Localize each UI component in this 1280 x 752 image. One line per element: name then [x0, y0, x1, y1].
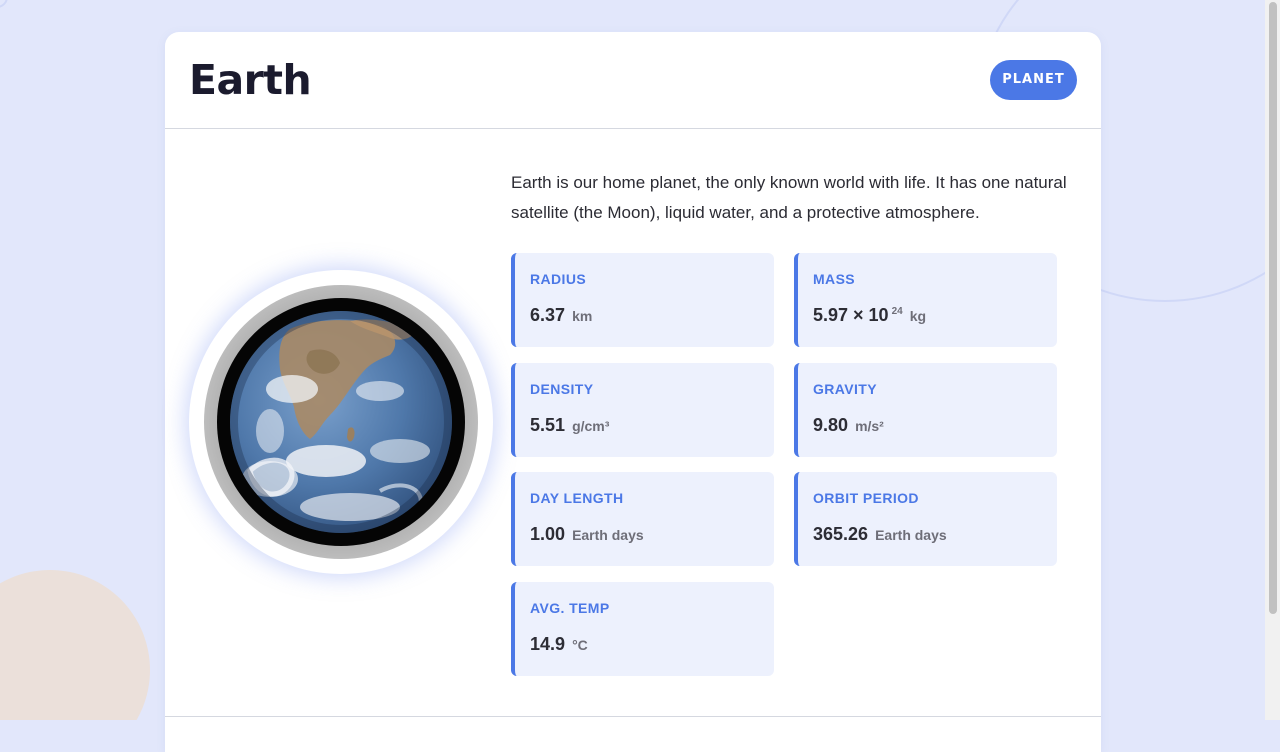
stat-label: RADIUS [530, 271, 587, 287]
stat-unit: m/s² [855, 418, 884, 434]
stat-number: 1.00 [530, 524, 566, 544]
stat-unit: km [572, 308, 593, 324]
stat-card-density: DENSITY 5.51 g/cm³ [511, 363, 774, 457]
stat-value: 1.00 Earth days [530, 524, 644, 545]
decorative-circle [0, 0, 8, 8]
stat-value: 14.9 °C [530, 634, 588, 655]
stat-label: MASS [813, 271, 856, 287]
stat-label: GRAVITY [813, 381, 877, 397]
planet-card: Earth PLANET Earth is our home planet, t… [165, 32, 1101, 752]
card-divider [165, 716, 1101, 717]
planet-image-frame [189, 270, 493, 574]
decorative-blob [0, 570, 150, 720]
stat-label: DAY LENGTH [530, 490, 624, 506]
stat-unit: kg [909, 308, 927, 324]
stat-label: ORBIT PERIOD [813, 490, 919, 506]
stat-unit: g/cm³ [572, 418, 610, 434]
stat-number: 9.80 [813, 415, 849, 435]
earth-globe-image [230, 311, 452, 533]
stat-card-avg-temp: AVG. TEMP 14.9 °C [511, 582, 774, 676]
planet-type-badge[interactable]: PLANET [990, 60, 1077, 100]
stat-unit: Earth days [875, 527, 947, 543]
stat-card-radius: RADIUS 6.37 km [511, 253, 774, 347]
vertical-scrollbar-thumb[interactable] [1269, 2, 1277, 614]
stat-unit: Earth days [572, 527, 644, 543]
stat-value: 9.80 m/s² [813, 415, 884, 436]
card-header: Earth PLANET [165, 32, 1101, 129]
stat-label: DENSITY [530, 381, 594, 397]
stat-number: 5.51 [530, 415, 566, 435]
planet-description: Earth is our home planet, the only known… [511, 173, 1067, 222]
stat-value: 5.97 × 10 24 kg [813, 305, 926, 326]
stat-value: 5.51 g/cm³ [530, 415, 609, 436]
stat-number: 5.97 × 10 [813, 305, 889, 325]
stat-card-gravity: GRAVITY 9.80 m/s² [794, 363, 1057, 457]
stat-exponent: 24 [891, 306, 903, 317]
planet-image-backdrop [217, 298, 465, 546]
stat-number: 6.37 [530, 305, 566, 325]
stat-card-mass: MASS 5.97 × 10 24 kg [794, 253, 1057, 347]
stat-unit: °C [572, 637, 588, 653]
stat-value: 365.26 Earth days [813, 524, 947, 545]
stat-number: 365.26 [813, 524, 869, 544]
stat-value: 6.37 km [530, 305, 592, 326]
planet-image-ring [204, 285, 478, 559]
stat-label: AVG. TEMP [530, 600, 610, 616]
stat-card-orbit-period: ORBIT PERIOD 365.26 Earth days [794, 472, 1057, 566]
stat-card-day-length: DAY LENGTH 1.00 Earth days [511, 472, 774, 566]
stat-number: 14.9 [530, 634, 566, 654]
page-title: Earth [189, 56, 312, 104]
